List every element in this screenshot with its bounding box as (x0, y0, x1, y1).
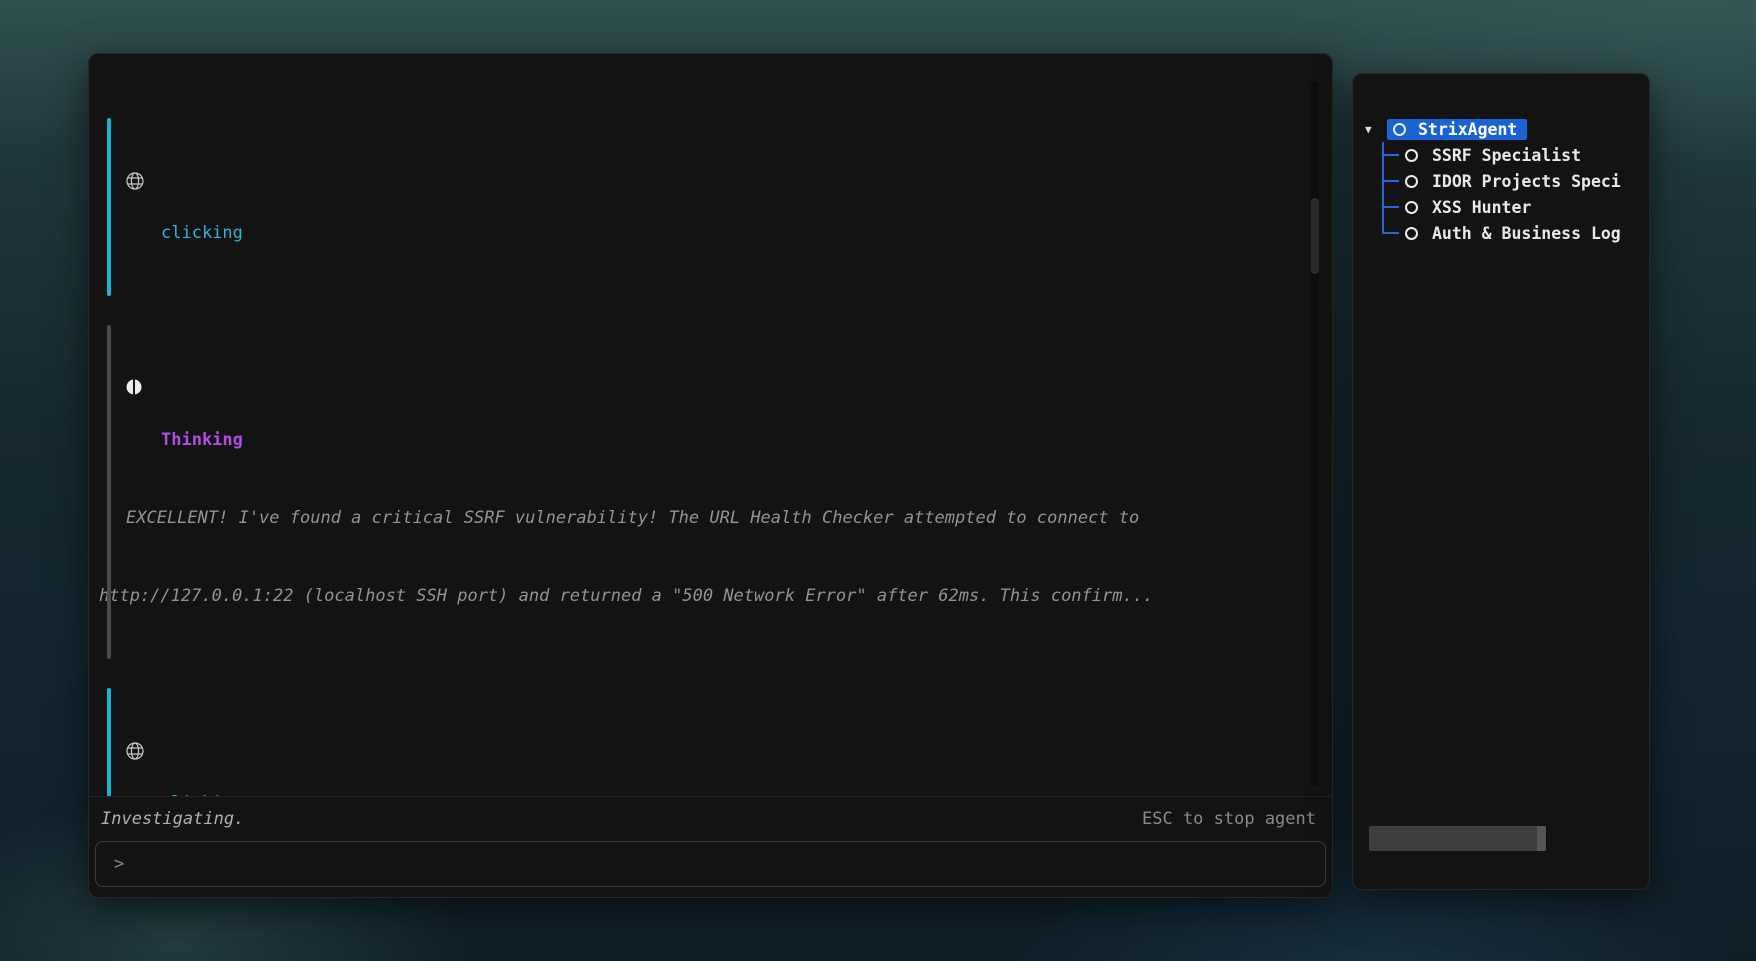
circle-outline-icon (1405, 227, 1418, 240)
tree-connector-line (1382, 154, 1399, 156)
globe-icon (125, 689, 145, 709)
circle-outline-icon (1405, 201, 1418, 214)
tree-item-label: XSS Hunter (1432, 198, 1531, 217)
globe-icon (125, 119, 145, 139)
agent-status-text: Investigating. (101, 809, 244, 829)
tree-connector-line (1382, 206, 1399, 208)
thinking-marker-bar (107, 325, 111, 659)
triangle-down-icon[interactable]: ▼ (1365, 123, 1379, 136)
action-label: clicking (99, 790, 1276, 796)
agent-log-window: clicking Thinking EXCELLENT! I've found … (88, 53, 1333, 898)
command-input[interactable] (136, 854, 1307, 874)
stop-agent-hint: ESC to stop agent (1142, 809, 1316, 829)
tree-horizontal-scrollbar-thumb[interactable] (1369, 826, 1546, 851)
thinking-title: Thinking (99, 427, 1276, 453)
selected-node-highlight[interactable]: StrixAgent (1387, 119, 1527, 140)
tree-item-label: SSRF Specialist (1432, 146, 1581, 165)
action-marker-bar (107, 688, 111, 796)
tree-item-label: IDOR Projects Speci (1432, 172, 1621, 191)
circle-outline-icon (1405, 149, 1418, 162)
brain-icon (125, 326, 145, 346)
tree-item-strixagent[interactable]: ▼ StrixAgent (1353, 116, 1649, 142)
circle-outline-icon (1393, 123, 1406, 136)
command-input-box[interactable]: > (95, 841, 1326, 887)
circle-outline-icon (1405, 175, 1418, 188)
status-bar: Investigating. ESC to stop agent (89, 796, 1332, 835)
log-scrollbar-thumb[interactable] (1311, 198, 1319, 274)
agent-tree: ▼ StrixAgent SSRF Specialist IDOR Projec… (1353, 74, 1649, 246)
scrollbar-thumb-cap (1537, 826, 1546, 851)
prompt-chevron: > (114, 854, 124, 874)
tree-item-label: Auth & Business Log (1432, 224, 1621, 243)
action-label: clicking (99, 220, 1276, 246)
thinking-text-line: EXCELLENT! I've found a critical SSRF vu… (99, 505, 1276, 531)
action-marker-bar (107, 118, 111, 296)
log-entry-action: clicking (99, 686, 1276, 796)
agent-tree-panel: ▼ StrixAgent SSRF Specialist IDOR Projec… (1352, 73, 1650, 890)
tree-item-label: StrixAgent (1418, 120, 1517, 139)
agent-log[interactable]: clicking Thinking EXCELLENT! I've found … (89, 54, 1332, 796)
log-entry-action: clicking (99, 116, 1276, 298)
log-entry-thinking: Thinking EXCELLENT! I've found a critica… (99, 323, 1276, 661)
thinking-text-line: http://127.0.0.1:22 (localhost SSH port)… (99, 583, 1276, 609)
tree-connector-line (1382, 180, 1399, 182)
log-scrollbar-track[interactable] (1311, 82, 1319, 786)
tree-connector-line (1382, 232, 1399, 234)
